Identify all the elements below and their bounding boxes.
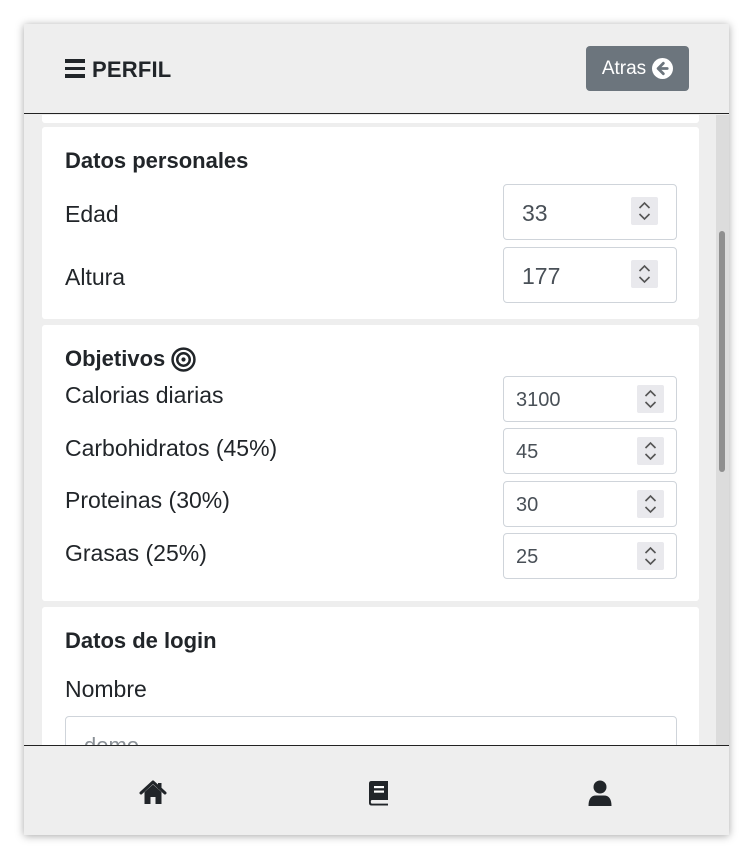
age-input[interactable]: 33 bbox=[503, 184, 677, 240]
chevron-up-down-icon bbox=[638, 201, 651, 221]
protein-value: 30 bbox=[516, 494, 539, 516]
profile-content: Datos personales Edad 33 Altura 177 Obje… bbox=[24, 115, 729, 745]
name-input-placeholder: demo bbox=[84, 733, 139, 745]
chevron-up-down-icon bbox=[644, 389, 657, 409]
card-objectives: Objetivos Calorias diarias 3100 Carbohid… bbox=[42, 325, 699, 601]
height-value: 177 bbox=[522, 263, 561, 289]
personal-data-title: Datos personales bbox=[65, 148, 249, 173]
height-spinner[interactable] bbox=[631, 260, 658, 288]
height-input[interactable]: 177 bbox=[503, 247, 677, 303]
daily-calories-label: Calorias diarias bbox=[65, 382, 224, 408]
fat-label: Grasas (25%) bbox=[65, 540, 207, 566]
carbs-input[interactable]: 45 bbox=[503, 428, 677, 474]
name-label: Nombre bbox=[65, 676, 147, 702]
bullseye-icon bbox=[171, 346, 196, 372]
chevron-up-down-icon bbox=[644, 494, 657, 514]
login-data-title: Datos de login bbox=[65, 628, 217, 653]
menu-icon[interactable] bbox=[65, 59, 85, 78]
chevron-up-down-icon bbox=[638, 264, 651, 284]
height-label: Altura bbox=[65, 264, 126, 290]
back-button[interactable]: Atras bbox=[586, 46, 689, 91]
fat-value: 25 bbox=[516, 546, 539, 568]
name-input[interactable]: demo bbox=[65, 716, 677, 745]
objectives-title: Objetivos bbox=[65, 346, 196, 372]
protein-input[interactable]: 30 bbox=[503, 481, 677, 527]
book-icon[interactable] bbox=[365, 779, 393, 807]
chevron-up-down-icon bbox=[644, 546, 657, 566]
user-icon[interactable] bbox=[586, 779, 614, 807]
scrollbar-thumb[interactable] bbox=[719, 231, 725, 472]
app-window: PERFIL Atras Datos personales Edad 33 Al… bbox=[24, 24, 729, 835]
card-personal-data: Datos personales Edad 33 Altura 177 bbox=[42, 127, 699, 319]
objectives-title-text: Objetivos bbox=[65, 346, 166, 371]
carbs-value: 45 bbox=[516, 441, 539, 463]
arrow-circle-left-icon bbox=[652, 58, 674, 79]
daily-calories-input[interactable]: 3100 bbox=[503, 376, 677, 422]
carbs-label: Carbohidratos (45%) bbox=[65, 435, 278, 461]
daily-calories-spinner[interactable] bbox=[637, 385, 664, 413]
card-login-data: Datos de login Nombre demo bbox=[42, 607, 699, 745]
bottom-nav bbox=[24, 745, 729, 835]
chevron-up-down-icon bbox=[644, 441, 657, 461]
protein-spinner[interactable] bbox=[637, 490, 664, 518]
protein-label: Proteinas (30%) bbox=[65, 487, 230, 513]
daily-calories-value: 3100 bbox=[516, 389, 561, 411]
fat-input[interactable]: 25 bbox=[503, 533, 677, 579]
carbs-spinner[interactable] bbox=[637, 437, 664, 465]
card-previous bbox=[42, 115, 699, 123]
age-value: 33 bbox=[522, 200, 548, 226]
scrollbar[interactable] bbox=[716, 115, 729, 745]
age-label: Edad bbox=[65, 201, 119, 227]
age-spinner[interactable] bbox=[631, 197, 658, 225]
home-icon[interactable] bbox=[139, 779, 167, 807]
header: PERFIL Atras bbox=[24, 24, 729, 114]
page-title: PERFIL bbox=[92, 57, 172, 82]
fat-spinner[interactable] bbox=[637, 542, 664, 570]
back-button-label: Atras bbox=[601, 57, 647, 79]
